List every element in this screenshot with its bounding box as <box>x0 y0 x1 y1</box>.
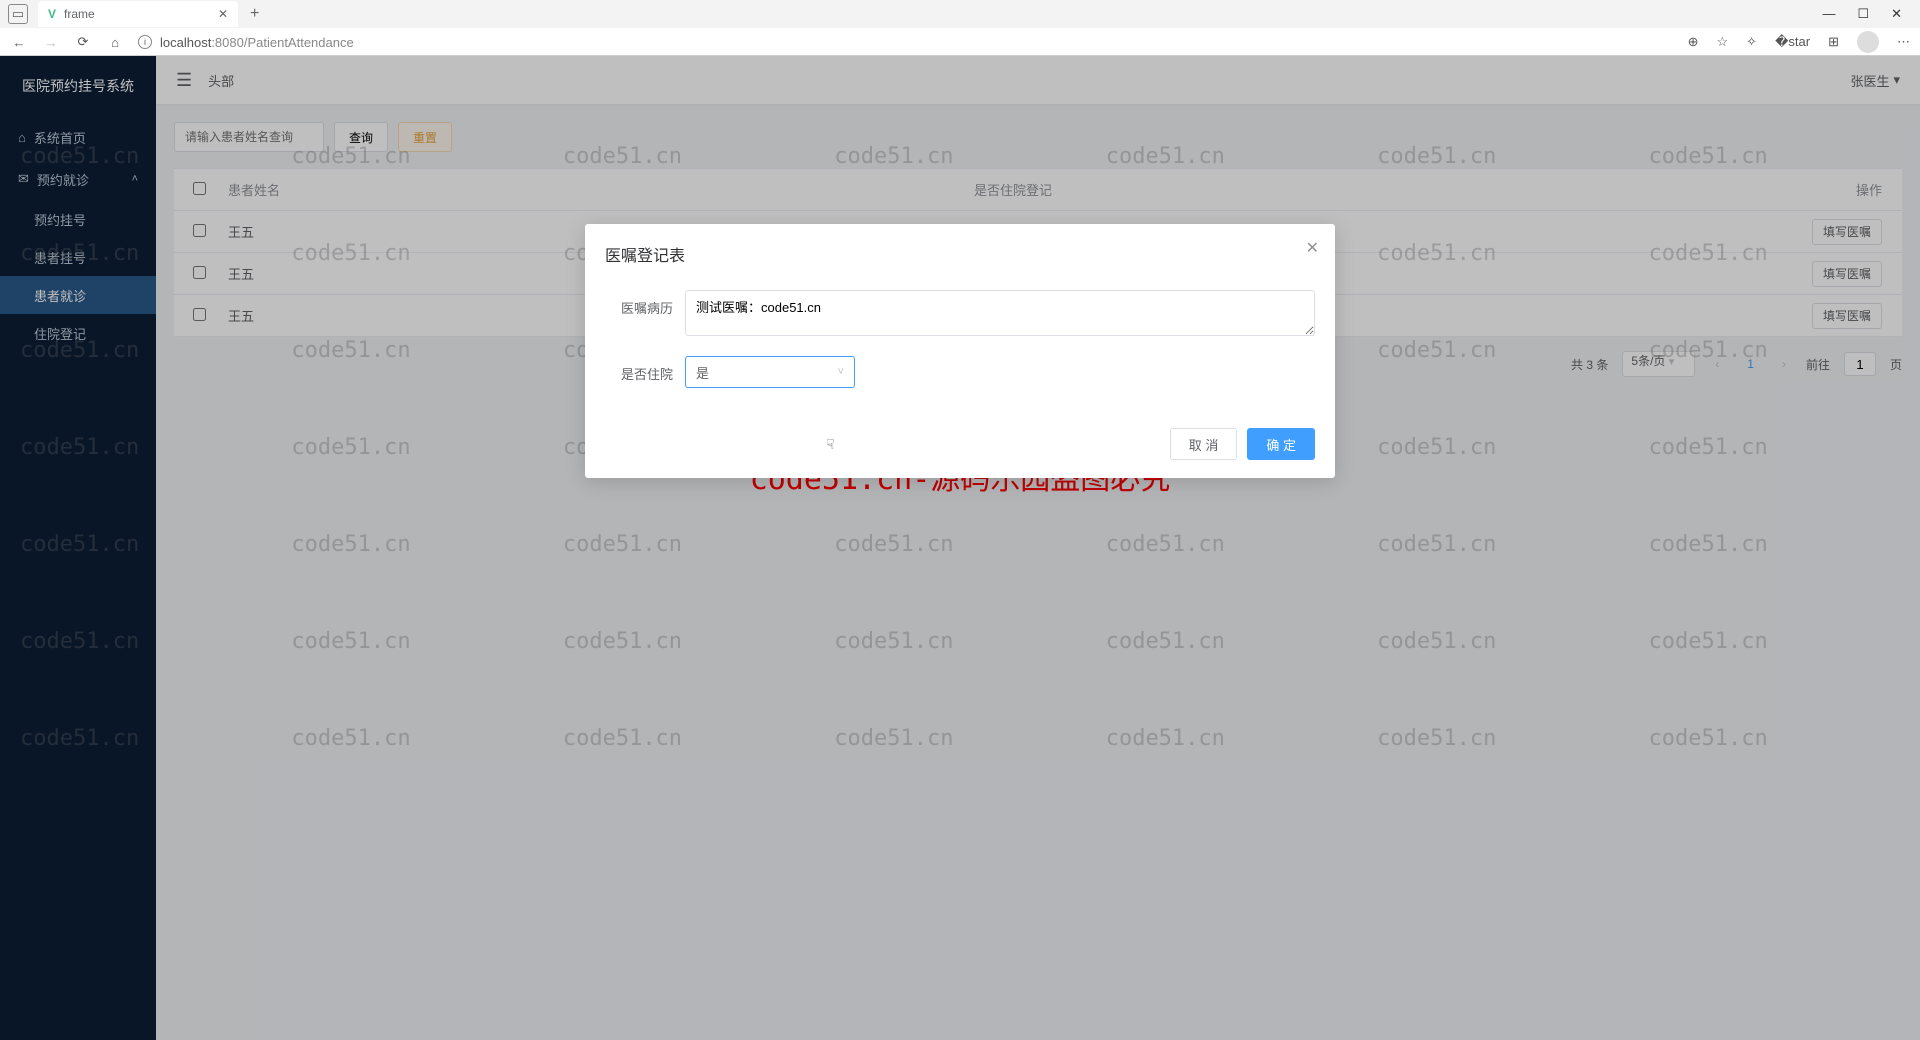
confirm-button[interactable]: 确 定 <box>1247 428 1315 460</box>
close-window-icon[interactable]: ✕ <box>1891 6 1902 22</box>
more-icon[interactable]: ⋯ <box>1897 34 1910 50</box>
back-icon[interactable]: ← <box>10 33 28 51</box>
home-icon[interactable]: ⌂ <box>106 33 124 51</box>
refresh-icon[interactable]: ⟳ <box>74 33 92 51</box>
record-label: 医嘱病历 <box>605 290 685 317</box>
favorites-icon[interactable]: �star <box>1775 34 1810 50</box>
profile-avatar[interactable] <box>1857 31 1879 53</box>
window-controls: — ☐ ✕ <box>1822 6 1920 22</box>
close-icon[interactable]: ✕ <box>1306 238 1319 258</box>
extensions-icon[interactable]: ✧ <box>1746 34 1757 50</box>
read-mode-icon[interactable]: ⊕ <box>1688 34 1699 50</box>
record-textarea[interactable] <box>685 290 1315 336</box>
forward-icon: → <box>42 33 60 51</box>
cancel-button[interactable]: 取 消 <box>1170 428 1238 460</box>
vue-icon: V <box>48 7 56 21</box>
address-bar: ← → ⟳ ⌂ i localhost:8080/PatientAttendan… <box>0 28 1920 56</box>
order-dialog: 医嘱登记表 ✕ 医嘱病历 是否住院 是 ˅ 取 消 确 定 <box>585 224 1335 478</box>
chevron-down-icon: ˅ <box>838 366 844 378</box>
url-host: localhost <box>160 35 211 50</box>
maximize-icon[interactable]: ☐ <box>1857 6 1869 22</box>
minimize-icon[interactable]: — <box>1822 6 1835 22</box>
url-path: :8080/PatientAttendance <box>211 35 353 50</box>
form-row-record: 医嘱病历 <box>605 290 1315 336</box>
tab-square-icon[interactable]: ▭ <box>8 4 28 24</box>
form-row-hospitalize: 是否住院 是 ˅ <box>605 356 1315 388</box>
hospitalize-label: 是否住院 <box>605 356 685 383</box>
url-area[interactable]: i localhost:8080/PatientAttendance <box>138 35 1674 50</box>
hospitalize-value: 是 <box>696 363 709 382</box>
collections-icon[interactable]: ☆ <box>1717 34 1729 50</box>
dialog-footer: 取 消 确 定 <box>605 428 1315 460</box>
addons-icon[interactable]: ⊞ <box>1828 34 1839 50</box>
dialog-title: 医嘱登记表 <box>605 242 1315 266</box>
close-icon[interactable]: ✕ <box>218 7 228 21</box>
site-info-icon[interactable]: i <box>138 35 152 49</box>
modal-overlay: 医嘱登记表 ✕ 医嘱病历 是否住院 是 ˅ 取 消 确 定 ☟ <box>0 56 1920 1040</box>
app-root: 医院预约挂号系统 ⌂ 系统首页 ✉ 预约就诊 ˄ 预约挂号 患者挂号 患者就诊 … <box>0 56 1920 1040</box>
tab-title: frame <box>64 7 95 21</box>
tab-bar: ▭ V frame ✕ + — ☐ ✕ <box>0 0 1920 28</box>
browser-chrome: ▭ V frame ✕ + — ☐ ✕ ← → ⟳ ⌂ i localhost:… <box>0 0 1920 56</box>
new-tab-button[interactable]: + <box>250 5 259 23</box>
hospitalize-select[interactable]: 是 ˅ <box>685 356 855 388</box>
browser-tab[interactable]: V frame ✕ <box>38 1 238 27</box>
